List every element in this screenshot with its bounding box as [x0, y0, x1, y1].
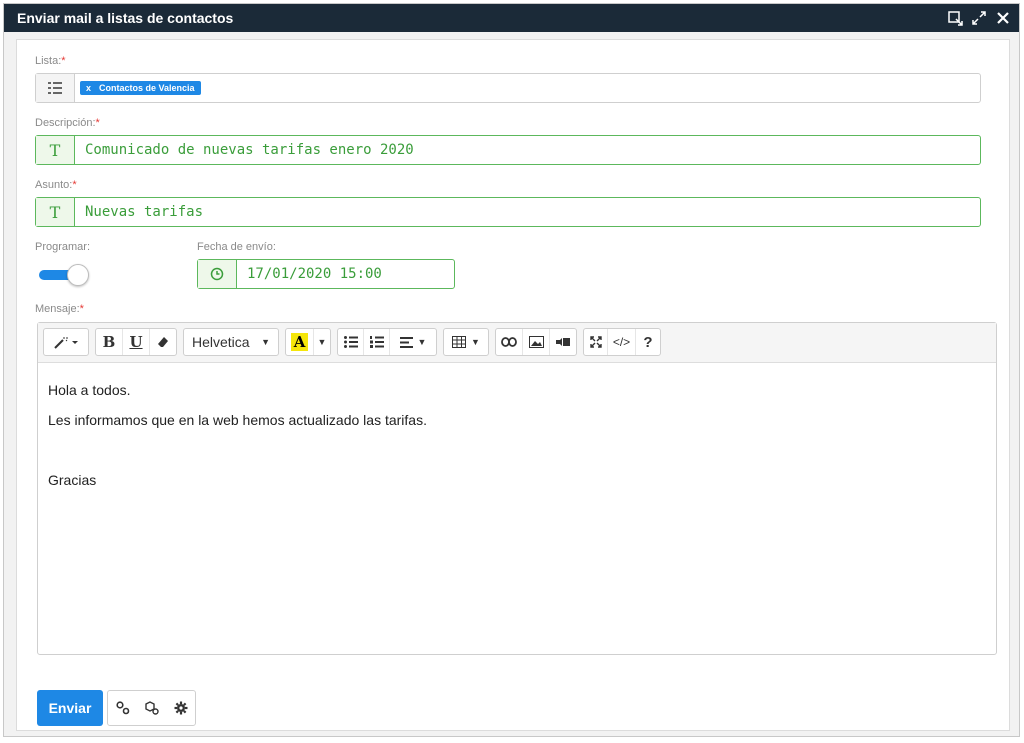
- tag-label: Contactos de Valencia: [99, 83, 195, 93]
- footer-actions: Enviar: [37, 690, 196, 726]
- clock-icon: [198, 260, 237, 288]
- highlight-button[interactable]: A: [286, 329, 314, 355]
- view-group: </> ?: [583, 328, 661, 356]
- programar-label: Programar:: [35, 241, 91, 253]
- descripcion-input[interactable]: Comunicado de nuevas tarifas enero 2020: [75, 136, 980, 164]
- fullscreen-icon[interactable]: [584, 329, 608, 355]
- window-controls: [945, 8, 1013, 28]
- lista-tag[interactable]: x Contactos de Valencia: [80, 81, 201, 95]
- send-button[interactable]: Enviar: [37, 690, 103, 726]
- message-line: [48, 435, 427, 465]
- help-button[interactable]: ?: [636, 329, 660, 355]
- asunto-label: Asunto:*: [35, 179, 77, 191]
- underline-button[interactable]: U: [123, 329, 150, 355]
- title-bar: Enviar mail a listas de contactos: [4, 4, 1019, 32]
- text-icon: T: [36, 198, 75, 226]
- fecha-label: Fecha de envío:: [197, 241, 276, 253]
- numbered-list-icon[interactable]: [364, 329, 390, 355]
- chevron-down-icon: ▼: [261, 337, 270, 347]
- text-icon: T: [36, 136, 75, 164]
- gears-icon[interactable]: [108, 691, 137, 725]
- format-group: B U: [95, 328, 177, 356]
- table-dropdown[interactable]: ▼: [444, 329, 488, 355]
- bullet-list-icon[interactable]: [338, 329, 364, 355]
- message-line: Les informamos que en la web hemos actua…: [48, 412, 427, 428]
- bold-button[interactable]: B: [96, 329, 123, 355]
- link-icon[interactable]: [496, 329, 523, 355]
- fecha-field[interactable]: 17/01/2020 15:00: [197, 259, 455, 289]
- insert-group: [495, 328, 577, 356]
- font-name: Helvetica: [192, 334, 250, 350]
- programar-toggle[interactable]: [39, 264, 89, 286]
- mensaje-label: Mensaje:*: [35, 303, 84, 315]
- dialog-title: Enviar mail a listas de contactos: [17, 10, 234, 26]
- font-family-select[interactable]: Helvetica ▼: [184, 329, 278, 355]
- footer-icon-group: [107, 690, 196, 726]
- message-line: Hola a todos.: [48, 382, 131, 398]
- image-icon[interactable]: [523, 329, 550, 355]
- toggle-knob: [67, 264, 89, 286]
- expand-icon[interactable]: [969, 8, 989, 28]
- magic-wand-icon[interactable]: [44, 329, 88, 355]
- table-group: ▼: [443, 328, 489, 356]
- close-icon[interactable]: [993, 8, 1013, 28]
- lista-label: Lista:*: [35, 55, 66, 67]
- asunto-field[interactable]: T Nuevas tarifas: [35, 197, 981, 227]
- descripcion-field[interactable]: T Comunicado de nuevas tarifas enero 202…: [35, 135, 981, 165]
- tag-remove-button[interactable]: x: [86, 83, 91, 93]
- code-view-button[interactable]: </>: [608, 329, 636, 355]
- table-icon: [452, 336, 467, 348]
- font-group: Helvetica ▼: [183, 328, 279, 356]
- form-panel: Lista:* x Contactos de Valencia Descripc…: [16, 39, 1010, 731]
- editor-toolbar: B U Helvetica ▼ A ▼ ▼ ▼ </> ?: [38, 323, 996, 363]
- eraser-icon[interactable]: [150, 329, 176, 355]
- message-editor: B U Helvetica ▼ A ▼ ▼ ▼ </> ? Hola a tod…: [37, 322, 997, 655]
- box-settings-icon[interactable]: [137, 691, 166, 725]
- asunto-input[interactable]: Nuevas tarifas: [75, 198, 980, 226]
- video-icon[interactable]: [550, 329, 576, 355]
- gear-icon[interactable]: [166, 691, 195, 725]
- fecha-input[interactable]: 17/01/2020 15:00: [237, 260, 454, 288]
- message-body[interactable]: Hola a todos. Les informamos que en la w…: [48, 375, 427, 495]
- color-group: A ▼: [285, 328, 331, 356]
- align-left-icon: [399, 336, 413, 348]
- paragraph-group: ▼: [337, 328, 437, 356]
- highlight-icon: A: [290, 333, 309, 351]
- list-icon: [36, 74, 75, 102]
- align-dropdown[interactable]: ▼: [390, 329, 436, 355]
- lista-field[interactable]: x Contactos de Valencia: [35, 73, 981, 103]
- popout-icon[interactable]: [945, 8, 965, 28]
- mail-dialog: Enviar mail a listas de contactos Lista:…: [3, 3, 1020, 737]
- descripcion-label: Descripción:*: [35, 117, 100, 129]
- style-group: [43, 328, 89, 356]
- message-line: Gracias: [48, 472, 97, 488]
- color-dropdown[interactable]: ▼: [314, 329, 330, 355]
